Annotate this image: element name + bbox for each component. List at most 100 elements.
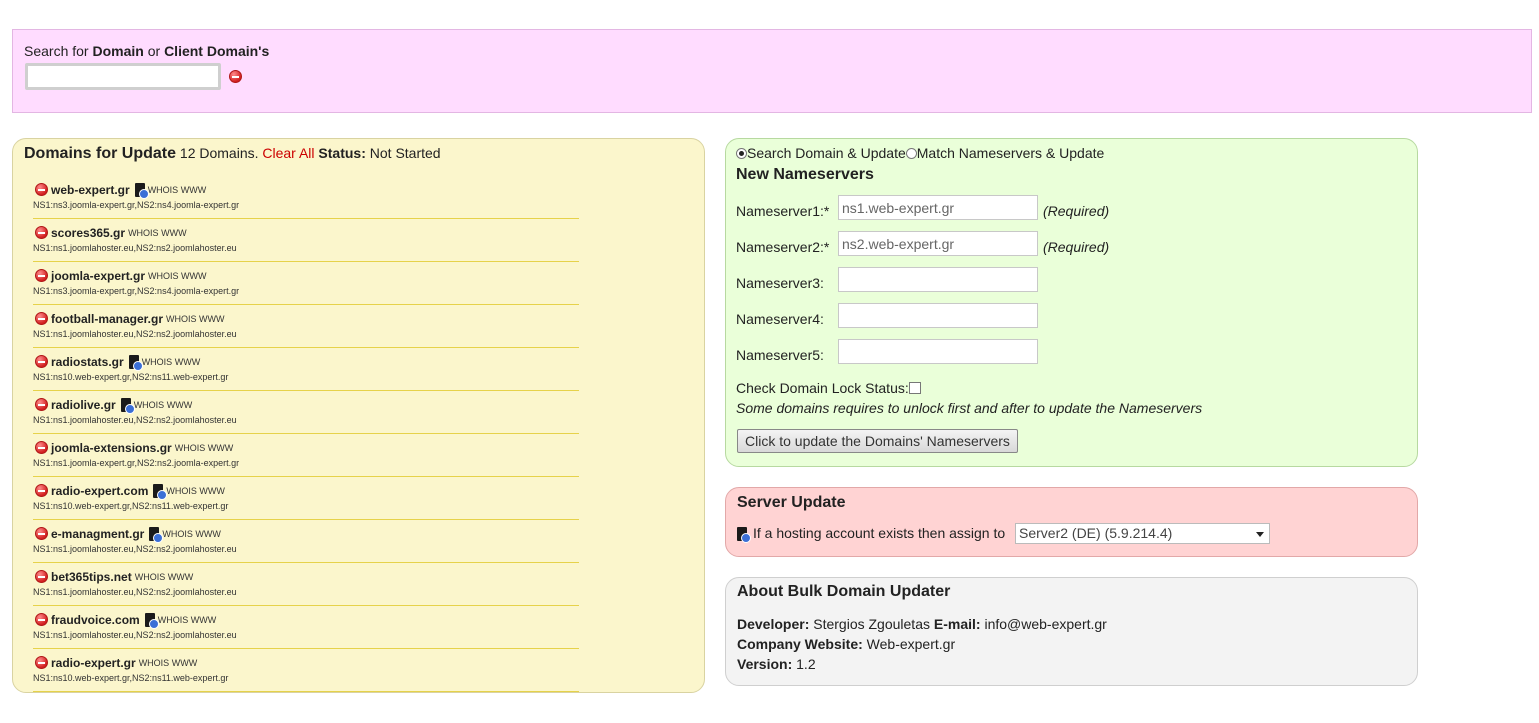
remove-domain-icon[interactable] [35,312,48,326]
domain-nameservers: NS1:ns1.joomlahoster.eu,NS2:ns2.joomlaho… [33,243,237,253]
domains-panel: Domains for Update 12 Domains. Clear All… [12,138,705,693]
nameserver2-input[interactable] [838,231,1038,256]
www-link[interactable]: WWW [181,271,206,281]
website-label: Company Website: [737,636,863,652]
whois-link[interactable]: WHOIS [162,529,193,539]
whois-link[interactable]: WHOIS [135,572,166,582]
www-link[interactable]: WWW [208,443,233,453]
remove-domain-icon[interactable] [35,183,48,197]
lock-status-checkbox[interactable] [908,382,921,394]
www-link[interactable]: WWW [199,486,224,496]
about-panel: About Bulk Domain Updater Developer: Ste… [725,577,1418,686]
domain-name: radiostats.gr [51,354,124,369]
radio-search-update-label[interactable]: Search Domain & Update [747,145,906,161]
whois-link[interactable]: WHOIS [166,486,197,496]
domain-name: radiolive.gr [51,397,116,412]
remove-domain-icon[interactable] [35,484,48,498]
whois-link[interactable]: WHOIS [142,357,173,367]
www-link[interactable]: WWW [195,529,220,539]
domain-nameservers: NS1:ns1.joomlahoster.eu,NS2:ns2.joomlaho… [33,329,237,339]
www-link[interactable]: WWW [172,658,197,668]
remove-domain-icon[interactable] [35,527,48,541]
whois-link[interactable]: WHOIS [128,228,159,238]
www-link[interactable]: WWW [175,357,200,367]
remove-domain-icon[interactable] [35,570,48,584]
remove-domain-icon[interactable] [35,398,48,412]
nameserver3-input[interactable] [838,267,1038,292]
www-link[interactable]: WWW [199,314,224,324]
update-nameservers-button[interactable]: Click to update the Domains' Nameservers [737,429,1018,453]
whois-link[interactable]: WHOIS [139,658,170,668]
www-link[interactable]: WWW [181,185,206,195]
nameserver2-label: Nameserver2:* [736,239,830,255]
remove-domain-icon[interactable] [35,269,48,283]
nameserver5-row: Nameserver5: [736,339,1038,364]
whois-link[interactable]: WHOIS [166,314,197,324]
clear-search-icon[interactable] [229,70,242,83]
server-icon [153,483,168,500]
nameserver4-input[interactable] [838,303,1038,328]
domains-header: Domains for Update 12 Domains. Clear All… [24,145,441,163]
domain-nameservers: NS1:ns10.web-expert.gr,NS2:ns11.web-expe… [33,501,229,511]
whois-link[interactable]: WHOIS [158,615,189,625]
whois-link[interactable]: WHOIS [148,271,179,281]
www-link[interactable]: WWW [168,572,193,582]
remove-domain-icon[interactable] [35,355,48,369]
whois-link[interactable]: WHOIS [148,185,179,195]
domain-name: fraudvoice.com [51,612,140,627]
domain-list-item: joomla-extensions.gr WHOIS WWW NS1:ns1.joo… [33,434,579,477]
server-select[interactable]: Server2 (DE) (5.9.214.4) [1015,523,1270,544]
radio-match-update[interactable] [905,148,917,159]
domain-list-item: radio-expert.com WHOIS WWW NS1:ns10.web-ex… [33,477,579,520]
nameserver2-required: (Required) [1043,239,1110,255]
nameserver3-row: Nameserver3: [736,267,1038,292]
server-assign-label: If a hosting account exists then assign … [753,525,1006,541]
search-label-domain: Domain [92,43,144,59]
remove-domain-icon[interactable] [35,613,48,627]
remove-domain-icon[interactable] [35,226,48,240]
about-title: About Bulk Domain Updater [737,583,951,600]
nameserver5-input[interactable] [838,339,1038,364]
domain-links: WHOIS WWW [148,185,207,195]
domain-links: WHOIS WWW [148,271,207,281]
search-label-prefix: Search for [24,43,89,59]
www-link[interactable]: WWW [167,400,192,410]
server-icon [134,182,149,199]
nameserver5-label: Nameserver5: [736,347,824,363]
server-icon [149,526,164,543]
nameserver1-input[interactable] [838,195,1038,220]
domain-list-item: scores365.gr WHOIS WWW NS1:ns1.joomlahoste… [33,219,579,262]
version-label: Version: [737,656,793,672]
www-link[interactable]: WWW [191,615,216,625]
domain-row-header: e-managment.gr WHOIS WWW [35,525,221,543]
nameservers-panel: Search Domain & Update Match Nameservers … [725,138,1418,467]
nameserver1-label: Nameserver1:* [736,203,830,219]
domain-row-header: fraudvoice.com WHOIS WWW [35,611,216,629]
whois-link[interactable]: WHOIS [175,443,206,453]
lock-status-label: Check Domain Lock Status: [736,380,909,396]
domain-nameservers: NS1:ns1.joomlahoster.eu,NS2:ns2.joomlaho… [33,544,237,554]
domain-links: WHOIS WWW [128,228,187,238]
domain-links: WHOIS WWW [135,572,194,582]
domain-name: scores365.gr [51,225,126,240]
domain-name: joomla-extensions.gr [51,440,172,455]
radio-search-update[interactable] [736,148,747,159]
server-icon [128,354,143,371]
domain-nameservers: NS1:ns1.joomlahoster.eu,NS2:ns2.joomlaho… [33,630,237,640]
radio-match-update-label[interactable]: Match Nameservers & Update [917,145,1105,161]
domain-list-item: radio-expert.gr WHOIS WWW NS1:ns10.web-exp… [33,649,579,692]
whois-link[interactable]: WHOIS [134,400,165,410]
website-value: Web-expert.gr [866,636,956,652]
domain-list-item: radiolive.gr WHOIS WWW NS1:ns1.joomlahoste… [33,391,579,434]
remove-domain-icon[interactable] [35,441,48,455]
domain-list-item: e-managment.gr WHOIS WWW NS1:ns1.joomlahos… [33,520,579,563]
search-panel: Search for Domain or Client Domain's [12,29,1532,113]
about-developer-line: Developer: Stergios Zgouletas E-mail: in… [737,616,1107,632]
domain-list-item: fraudvoice.com WHOIS WWW NS1:ns1.joomlahos… [33,606,579,649]
www-link[interactable]: WWW [161,228,186,238]
search-input[interactable] [25,63,221,90]
domain-list-item: football-manager.gr WHOIS WWW NS1:ns1.joom… [33,305,579,348]
domain-name: football-manager.gr [51,311,164,326]
remove-domain-icon[interactable] [35,656,48,670]
clear-all-link[interactable]: Clear All [262,145,314,161]
